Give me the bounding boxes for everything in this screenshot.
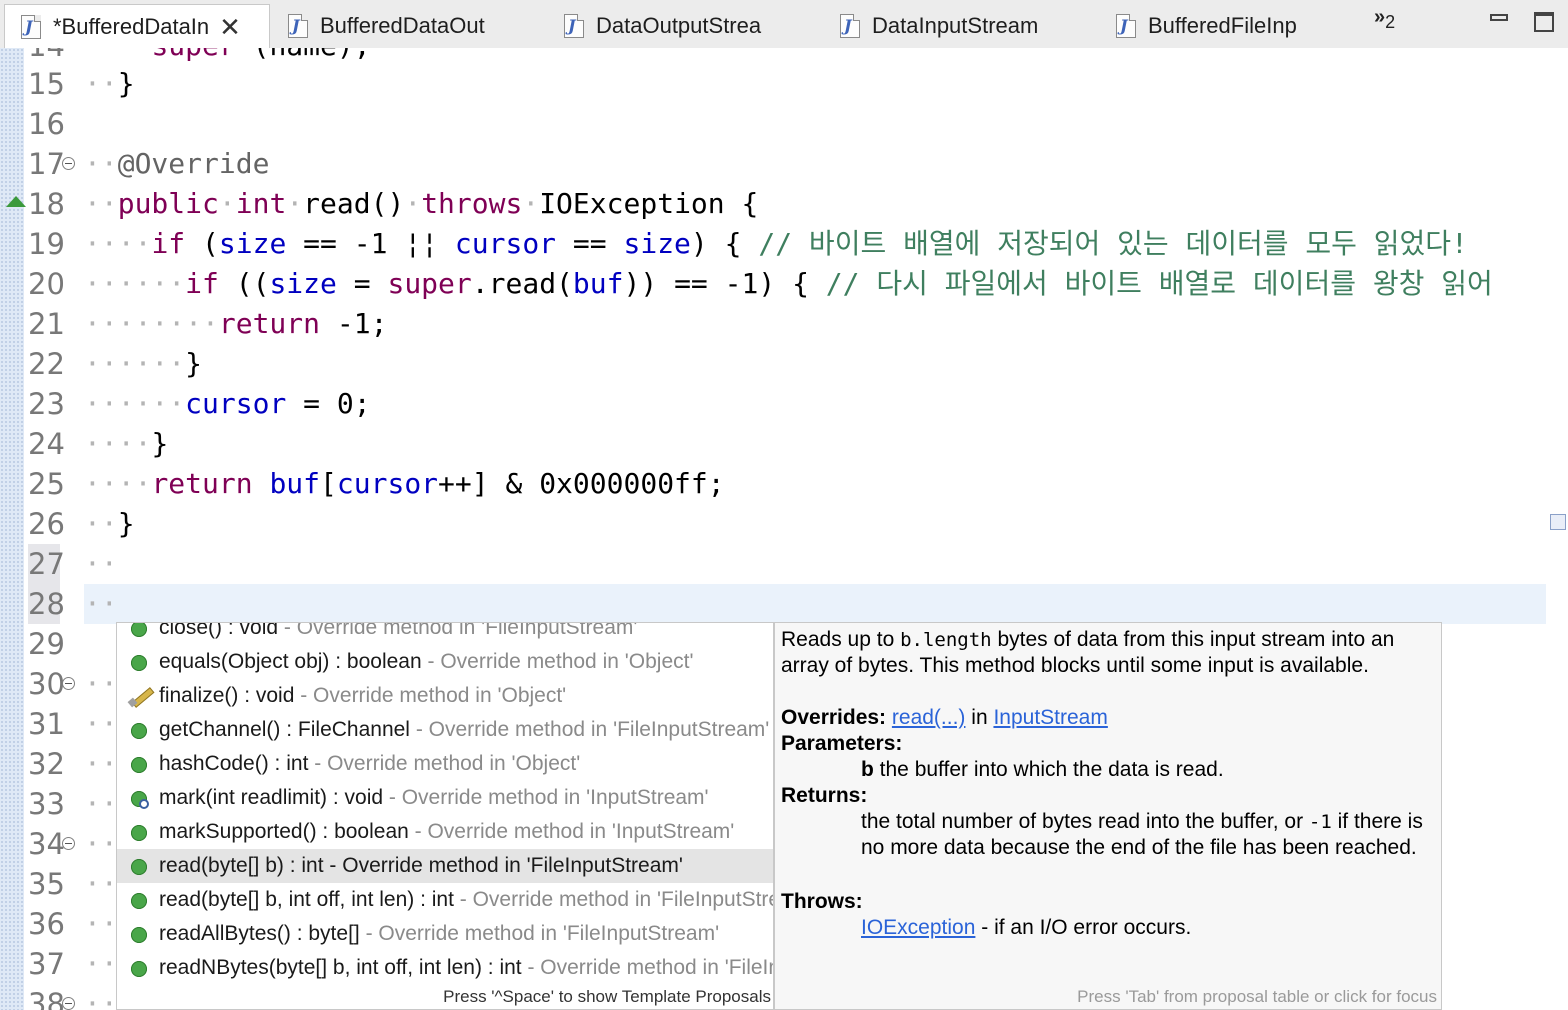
tab-label: *BufferedDataIn	[53, 13, 210, 39]
java-file-icon: J	[840, 14, 860, 38]
synchronized-method-icon	[131, 791, 149, 809]
code-line-20: 20 ······if ((size = super.read(buf)) ==…	[28, 267, 1493, 301]
fold-collapse-icon[interactable]	[62, 677, 75, 690]
code-line-27: 27 ··	[28, 547, 118, 581]
tab-label: BufferedDataOut	[320, 13, 485, 38]
public-method-icon	[131, 623, 147, 637]
java-file-icon: J	[1116, 14, 1136, 38]
tab-buffered-data-out[interactable]: J BufferedDataOut	[272, 4, 542, 48]
tab-overflow-button[interactable]: »2	[1374, 6, 1395, 33]
doc-returns-text: the total number of bytes read into the …	[861, 810, 1423, 859]
code-line-26: 26 ··}	[28, 507, 135, 541]
maximize-icon[interactable]	[1534, 12, 1554, 32]
java-file-icon: J	[21, 14, 41, 39]
code-line-21: 21 ········return -1;	[28, 307, 388, 341]
java-file-icon: J	[564, 14, 584, 38]
editor-tab-bar: J *BufferedDataIn ✕ J BufferedDataOut J …	[0, 0, 1568, 49]
proposal-read-n-bytes[interactable]: readNBytes(byte[] b, int off, int len) :…	[117, 951, 773, 985]
close-icon[interactable]: ✕	[219, 14, 241, 40]
proposal-finalize[interactable]: finalize() : void - Override method in '…	[117, 679, 773, 713]
fold-collapse-icon[interactable]	[62, 157, 75, 170]
assist-status-hint: Press '^Space' to show Template Proposal…	[117, 985, 773, 1009]
ioexception-link[interactable]: IOException	[861, 916, 975, 939]
chevron-double-right-icon: »	[1374, 6, 1386, 28]
public-method-icon	[131, 825, 147, 841]
hidden-tab-count: 2	[1385, 12, 1396, 32]
code-line-23: 23 ······cursor = 0;	[28, 387, 371, 421]
code-line-25: 25 ····return buf[cursor++] & 0x000000ff…	[28, 467, 725, 501]
proposal-get-channel[interactable]: getChannel() : FileChannel - Override me…	[117, 713, 773, 747]
doc-focus-hint: Press 'Tab' from proposal table or click…	[1077, 987, 1437, 1006]
proposal-read-byte-array-off-len[interactable]: read(byte[] b, int off, int len) : int -…	[117, 883, 773, 917]
overrides-class-link[interactable]: InputStream	[993, 706, 1107, 729]
doc-overrides: Overrides: read(...) in InputStream	[781, 706, 1108, 729]
tab-data-input-stream[interactable]: J DataInputStream	[824, 4, 1094, 48]
proposal-mark[interactable]: mark(int readlimit) : void - Override me…	[117, 781, 773, 815]
proposal-read-byte-array[interactable]: read(byte[] b) : int - Override method i…	[117, 849, 773, 883]
code-line-24: 24 ····}	[28, 427, 169, 461]
doc-returns-label: Returns:	[781, 784, 868, 807]
public-method-icon	[131, 757, 147, 773]
doc-description: Reads up to b.length bytes of data from …	[781, 628, 1395, 677]
public-method-icon	[131, 927, 147, 943]
fold-collapse-icon[interactable]	[62, 837, 75, 850]
code-line-18: 18 ··public·int·read()·throws·IOExceptio…	[28, 187, 759, 221]
public-method-icon	[131, 893, 147, 909]
code-line-22: 22 ······}	[28, 347, 203, 381]
doc-parameters-label: Parameters:	[781, 732, 903, 755]
tab-label: DataInputStream	[872, 13, 1039, 38]
proposal-hash-code[interactable]: hashCode() : int - Override method in 'O…	[117, 747, 773, 781]
code-line-19: 19 ····if (size == -1 ¦¦ cursor == size)…	[28, 227, 1468, 261]
proposal-equals[interactable]: equals(Object obj) : boolean - Override …	[117, 645, 773, 679]
code-line-16: 16	[28, 107, 65, 141]
code-line-28[interactable]: 28 ··	[0, 584, 1568, 624]
minimize-icon[interactable]	[1490, 14, 1508, 21]
doc-throws-text: IOException - if an I/O error occurs.	[861, 916, 1192, 939]
public-method-icon	[131, 723, 147, 739]
public-method-icon	[131, 961, 147, 977]
code-line-17: 17 ··@Override	[28, 147, 270, 181]
tab-buffered-file-input[interactable]: J BufferedFileInp	[1100, 4, 1360, 48]
java-file-icon: J	[288, 14, 308, 38]
tab-data-output-stream[interactable]: J DataOutputStrea	[548, 4, 818, 48]
public-method-icon	[131, 859, 147, 875]
tab-buffered-data-in[interactable]: J *BufferedDataIn ✕	[4, 4, 270, 48]
content-assist-popup[interactable]: close() : void - Override method in 'Fil…	[116, 622, 774, 1010]
tab-label: BufferedFileInp	[1148, 13, 1297, 38]
fold-collapse-icon[interactable]	[62, 997, 75, 1010]
overrides-method-link[interactable]: read(...)	[892, 706, 966, 729]
tab-label: DataOutputStrea	[596, 13, 762, 38]
proposal-close[interactable]: close() : void - Override method in 'Fil…	[117, 623, 773, 645]
deprecated-method-icon	[127, 685, 153, 707]
public-method-icon	[131, 655, 147, 671]
proposal-mark-supported[interactable]: markSupported() : boolean - Override met…	[117, 815, 773, 849]
proposal-read-all-bytes[interactable]: readAllBytes() : byte[] - Override metho…	[117, 917, 773, 951]
doc-parameter-b: b the buffer into which the data is read…	[861, 758, 1224, 781]
javadoc-hover-popup[interactable]: Reads up to b.length bytes of data from …	[774, 622, 1442, 1010]
code-line-15: 15 ··}	[28, 67, 135, 101]
doc-throws-label: Throws:	[781, 890, 863, 913]
